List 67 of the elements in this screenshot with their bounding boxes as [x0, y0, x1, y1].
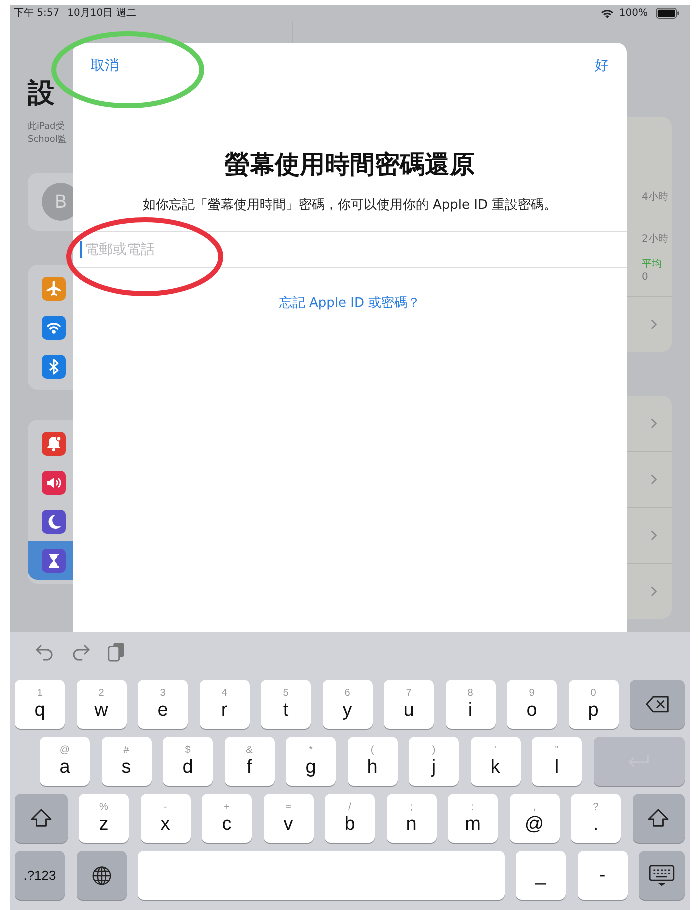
wifi-icon — [600, 8, 616, 18]
key[interactable]: ; n — [386, 794, 436, 843]
chevron-icon — [651, 319, 658, 330]
key[interactable]: - x — [140, 794, 190, 843]
numbers-key[interactable]: .?123 — [15, 851, 65, 900]
key[interactable]: 7 u — [384, 680, 434, 729]
key[interactable]: 6 y — [322, 680, 372, 729]
chevron-icon — [651, 474, 658, 485]
symbol-key[interactable]: _ — [516, 851, 566, 900]
usage-stat: 4小時 — [642, 191, 668, 204]
shift-key[interactable] — [15, 794, 68, 843]
shift-icon — [648, 809, 670, 828]
redo-icon[interactable] — [71, 643, 91, 661]
key[interactable]: 9 o — [507, 680, 557, 729]
delete-icon — [646, 696, 670, 713]
key[interactable]: $ d — [163, 737, 213, 786]
usage-stat: 2小時 — [642, 233, 668, 246]
symbol-key[interactable]: - — [578, 851, 628, 900]
status-time: 下午 5:57 — [14, 7, 60, 20]
key[interactable]: ) j — [409, 737, 459, 786]
text-cursor — [80, 241, 82, 258]
keyboard-icon — [649, 864, 675, 886]
key[interactable]: * g — [286, 737, 336, 786]
key[interactable]: 1 q — [15, 680, 65, 729]
key[interactable]: & f — [224, 737, 274, 786]
delete-key[interactable] — [630, 680, 685, 729]
key[interactable]: # s — [102, 737, 152, 786]
key[interactable]: ' k — [470, 737, 520, 786]
sheet-message: 如你忘記「螢幕使用時間」密碼，你可以使用你的 Apple ID 重設密碼。 — [142, 197, 558, 214]
key[interactable]: 5 t — [261, 680, 311, 729]
note-text: 此iPad受 — [28, 121, 66, 134]
chevron-icon — [651, 586, 658, 597]
forgot-link[interactable]: 忘記 Apple ID 或密碼？ — [279, 294, 421, 312]
globe-icon — [92, 866, 112, 886]
key[interactable]: ( h — [348, 737, 398, 786]
globe-key[interactable] — [76, 851, 126, 900]
battery-icon — [656, 8, 680, 18]
shift-key[interactable] — [632, 794, 685, 843]
key[interactable]: / b — [325, 794, 375, 843]
chevron-icon — [651, 418, 658, 429]
shift-icon — [30, 809, 52, 828]
paste-icon[interactable] — [107, 642, 126, 662]
usage-stat: 0 — [642, 271, 648, 284]
done-button[interactable]: 好 — [595, 57, 609, 75]
sheet-title: 螢幕使用時間密碼還原 — [225, 149, 475, 181]
key[interactable]: " l — [532, 737, 582, 786]
key[interactable]: % z — [79, 794, 129, 843]
battery-percent: 100% — [619, 8, 648, 18]
key[interactable]: 8 i — [446, 680, 496, 729]
key[interactable]: = v — [264, 794, 314, 843]
status-date: 10月10日 週二 — [68, 7, 136, 20]
key[interactable]: 4 r — [200, 680, 250, 729]
key[interactable]: : m — [448, 794, 498, 843]
chevron-icon — [651, 530, 658, 541]
key[interactable]: + c — [202, 794, 252, 843]
note-text: School監 — [28, 134, 68, 147]
key[interactable]: 3 e — [138, 680, 188, 729]
cancel-button[interactable]: 取消 — [91, 57, 119, 75]
key[interactable]: 2 w — [76, 680, 126, 729]
settings-title: 設 — [28, 77, 56, 111]
key[interactable]: ? . — [571, 794, 621, 843]
usage-stat: 平均 — [642, 258, 662, 271]
hide-keyboard-key[interactable] — [639, 851, 685, 900]
key[interactable]: , @ — [510, 794, 560, 843]
key[interactable]: 0 p — [568, 680, 618, 729]
undo-icon[interactable] — [35, 643, 55, 661]
key[interactable]: @ a — [40, 737, 90, 786]
